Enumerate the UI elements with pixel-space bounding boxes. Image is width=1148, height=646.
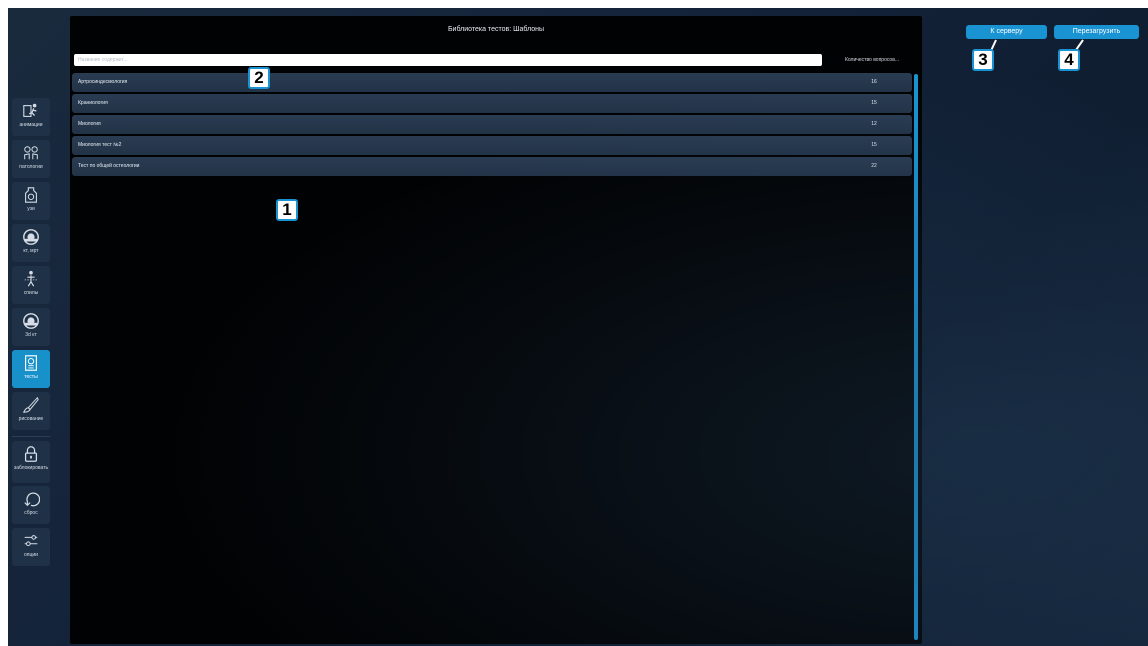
sidebar-item-label: сброс	[24, 510, 38, 516]
test-name: Тест по общей остеологии	[78, 163, 140, 169]
running-person-icon	[23, 103, 37, 117]
list-item[interactable]: Миология 12	[72, 115, 912, 134]
app-window: анимации патологии узи кт, мрт спилы 3d …	[8, 8, 1148, 646]
test-question-count: 16	[871, 79, 877, 85]
callout-1: 1	[276, 199, 298, 221]
sidebar-item-tests[interactable]: тесты	[12, 350, 50, 388]
test-library-panel: Библиотека тестов: Шаблоны Количество во…	[70, 16, 922, 644]
sliders-icon	[24, 535, 38, 546]
sidebar-item-label: анимации	[19, 122, 43, 128]
test-name: Миология тест №2	[78, 142, 122, 148]
test-name: Миология	[78, 121, 101, 127]
sidebar-item-label: опции	[24, 552, 38, 558]
list-item[interactable]: Краниология 15	[72, 94, 912, 113]
search-input[interactable]	[74, 54, 822, 66]
callout-2: 2	[248, 67, 270, 89]
ct-scanner-icon	[23, 313, 39, 329]
test-name: Артросиндесмология	[78, 79, 128, 85]
sidebar-item-3d-ct[interactable]: 3d кт	[12, 308, 50, 346]
sidebar-item-label: тесты	[24, 374, 38, 380]
page-title: Библиотека тестов: Шаблоны	[447, 26, 545, 33]
sidebar-item-options[interactable]: опции	[12, 528, 50, 566]
test-document-icon	[25, 355, 37, 371]
sidebar-item-label: 3d кт	[25, 332, 37, 338]
list-item[interactable]: Артросиндесмология 16	[72, 73, 912, 92]
reload-button[interactable]: Перезагрузить	[1054, 25, 1139, 39]
test-question-count: 15	[871, 142, 877, 148]
sidebar-item-label: спилы	[23, 290, 39, 296]
question-count-header[interactable]: Количество вопросов...	[826, 57, 918, 63]
sidebar-item-ct-mri[interactable]: кт, мрт	[12, 224, 50, 262]
sidebar-item-drawing[interactable]: рисование	[12, 392, 50, 430]
sidebar-item-lock[interactable]: заблокировать	[12, 441, 50, 483]
sidebar-item-label: кт, мрт	[23, 248, 39, 254]
list-item[interactable]: Тест по общей остеологии 22	[72, 157, 912, 176]
sidebar-item-animations[interactable]: анимации	[12, 98, 50, 136]
list-item[interactable]: Миология тест №2 15	[72, 136, 912, 155]
callout-4: 4	[1058, 49, 1080, 71]
test-name: Краниология	[78, 100, 108, 106]
sidebar-item-slices[interactable]: спилы	[12, 266, 50, 304]
ct-scanner-icon	[23, 229, 39, 245]
body-slice-icon	[24, 270, 38, 287]
ultrasound-icon	[25, 187, 37, 203]
pathology-icon	[24, 146, 38, 160]
sidebar-item-pathology[interactable]: патологии	[12, 140, 50, 178]
sidebar-item-reset[interactable]: сброс	[12, 486, 50, 524]
sidebar-item-ultrasound[interactable]: узи	[12, 182, 50, 220]
sidebar-divider	[12, 436, 50, 437]
test-question-count: 15	[871, 100, 877, 106]
lock-icon	[24, 446, 38, 462]
callout-3: 3	[972, 49, 994, 71]
brush-icon	[22, 396, 39, 413]
to-server-button[interactable]: К серверу	[966, 25, 1047, 39]
test-question-count: 12	[871, 121, 877, 127]
list-scrollbar[interactable]	[914, 74, 918, 640]
sidebar-item-label: заблокировать	[13, 465, 49, 471]
test-question-count: 22	[871, 163, 877, 169]
sidebar-item-label: узи	[27, 206, 35, 212]
sidebar-item-label: рисование	[18, 416, 44, 422]
sidebar-item-label: патологии	[19, 164, 43, 170]
reset-icon	[24, 492, 40, 507]
test-list: Артросиндесмология 16 Краниология 15 Мио…	[72, 73, 912, 178]
